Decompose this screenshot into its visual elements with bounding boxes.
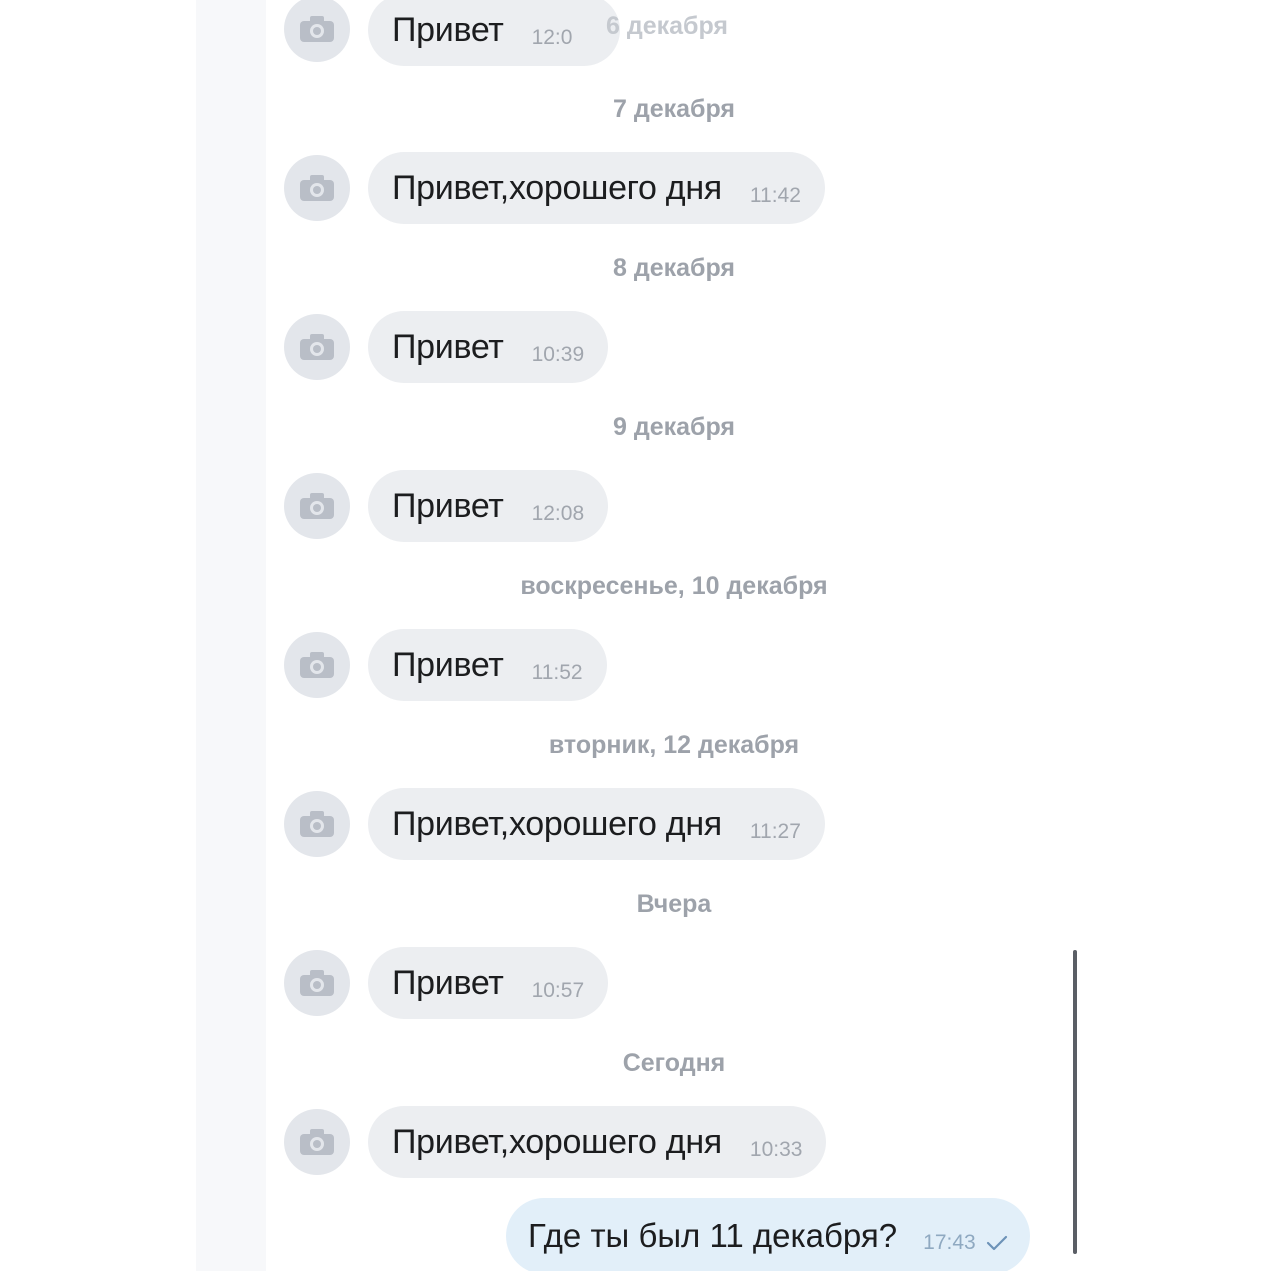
message-bubble[interactable]: Привет,хорошего дня 11:27 <box>368 788 825 860</box>
camera-icon <box>300 16 334 42</box>
message-time: 17:43 <box>923 1231 976 1254</box>
message-bubble[interactable]: Привет,хорошего дня 10:33 <box>368 1106 827 1178</box>
message-text: Привет <box>392 327 504 366</box>
date-separator: Сегодня <box>622 1049 726 1077</box>
avatar[interactable] <box>284 950 350 1016</box>
date-separator: 6 декабря <box>606 12 729 40</box>
outgoing-message-bubble[interactable]: Где ты был 11 декабря? 17:43 <box>506 1198 1030 1271</box>
message-time: 12:0 <box>531 26 573 49</box>
message-time: 11:42 <box>749 184 801 207</box>
message-text: Где ты был 11 декабря? <box>528 1217 898 1254</box>
chat-screen: Привет 12:0 6 декабря 7 декабря Привет,х… <box>0 0 1280 1271</box>
date-separator: воскресенье, 10 декабря <box>520 572 828 600</box>
avatar[interactable] <box>284 632 350 698</box>
camera-icon <box>300 1129 334 1155</box>
date-separator: вторник, 12 декабря <box>548 731 800 759</box>
date-separator: 8 декабря <box>612 254 735 282</box>
scrollbar[interactable] <box>1073 950 1077 1254</box>
message-text: Привет,хорошего дня <box>392 1122 722 1161</box>
message-bubble[interactable]: Привет 10:57 <box>368 947 609 1019</box>
camera-icon <box>300 334 334 360</box>
message-text: Привет,хорошего дня <box>392 168 722 207</box>
avatar[interactable] <box>284 155 350 221</box>
message-time: 11:27 <box>749 820 801 843</box>
message-bubble[interactable]: Привет 10:39 <box>368 311 609 383</box>
message-bubble[interactable]: Привет 11:52 <box>368 629 607 701</box>
message-time: 10:33 <box>749 1138 803 1161</box>
date-separator: 7 декабря <box>612 95 735 123</box>
message-time: 10:39 <box>531 343 585 366</box>
message-text: Привет <box>392 10 504 49</box>
date-separator: 9 декабря <box>612 413 735 441</box>
message-time: 11:52 <box>531 661 583 684</box>
check-icon <box>986 1235 1007 1251</box>
message-time: 10:57 <box>531 979 585 1002</box>
message-text: Привет <box>392 486 504 525</box>
camera-icon <box>300 175 334 201</box>
camera-icon <box>300 652 334 678</box>
message-text: Привет <box>392 963 504 1002</box>
side-panel <box>196 0 266 1271</box>
camera-icon <box>300 493 334 519</box>
avatar[interactable] <box>284 1109 350 1175</box>
avatar[interactable] <box>284 314 350 380</box>
date-separator: Вчера <box>636 890 712 918</box>
camera-icon <box>300 970 334 996</box>
message-bubble[interactable]: Привет,хорошего дня 11:42 <box>368 152 825 224</box>
message-bubble[interactable]: Привет 12:08 <box>368 470 609 542</box>
message-text: Привет,хорошего дня <box>392 804 722 843</box>
message-time: 12:08 <box>531 502 585 525</box>
message-bubble[interactable]: Привет 12:0 <box>368 0 620 66</box>
message-text: Привет <box>392 645 504 684</box>
camera-icon <box>300 811 334 837</box>
avatar[interactable] <box>284 473 350 539</box>
avatar[interactable] <box>284 791 350 857</box>
